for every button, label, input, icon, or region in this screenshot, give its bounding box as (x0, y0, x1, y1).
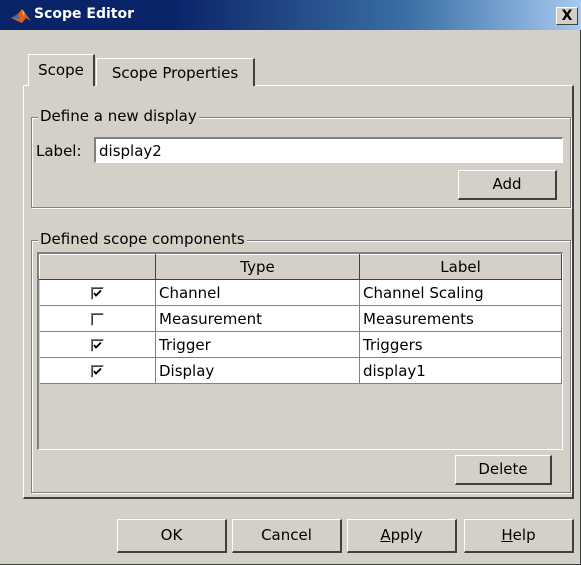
apply-mnemonic: A (380, 526, 391, 544)
apply-label: pply (390, 526, 423, 544)
help-mnemonic: H (501, 526, 513, 544)
matlab-logo-icon (10, 6, 32, 26)
window-title: Scope Editor (34, 6, 134, 22)
tab-panel (23, 85, 574, 499)
scope-editor-window: Scope Editor X Scope Scope Properties De… (0, 0, 581, 565)
title-bar[interactable]: Scope Editor X (0, 0, 581, 30)
apply-button[interactable]: Apply (347, 519, 457, 553)
tab-scope[interactable]: Scope (28, 54, 95, 86)
cancel-button[interactable]: Cancel (232, 519, 342, 553)
help-button[interactable]: Help (464, 519, 574, 553)
ok-button[interactable]: OK (117, 519, 227, 553)
close-button[interactable]: X (556, 7, 578, 25)
help-label: elp (512, 526, 536, 544)
tab-scope-properties[interactable]: Scope Properties (96, 58, 255, 86)
